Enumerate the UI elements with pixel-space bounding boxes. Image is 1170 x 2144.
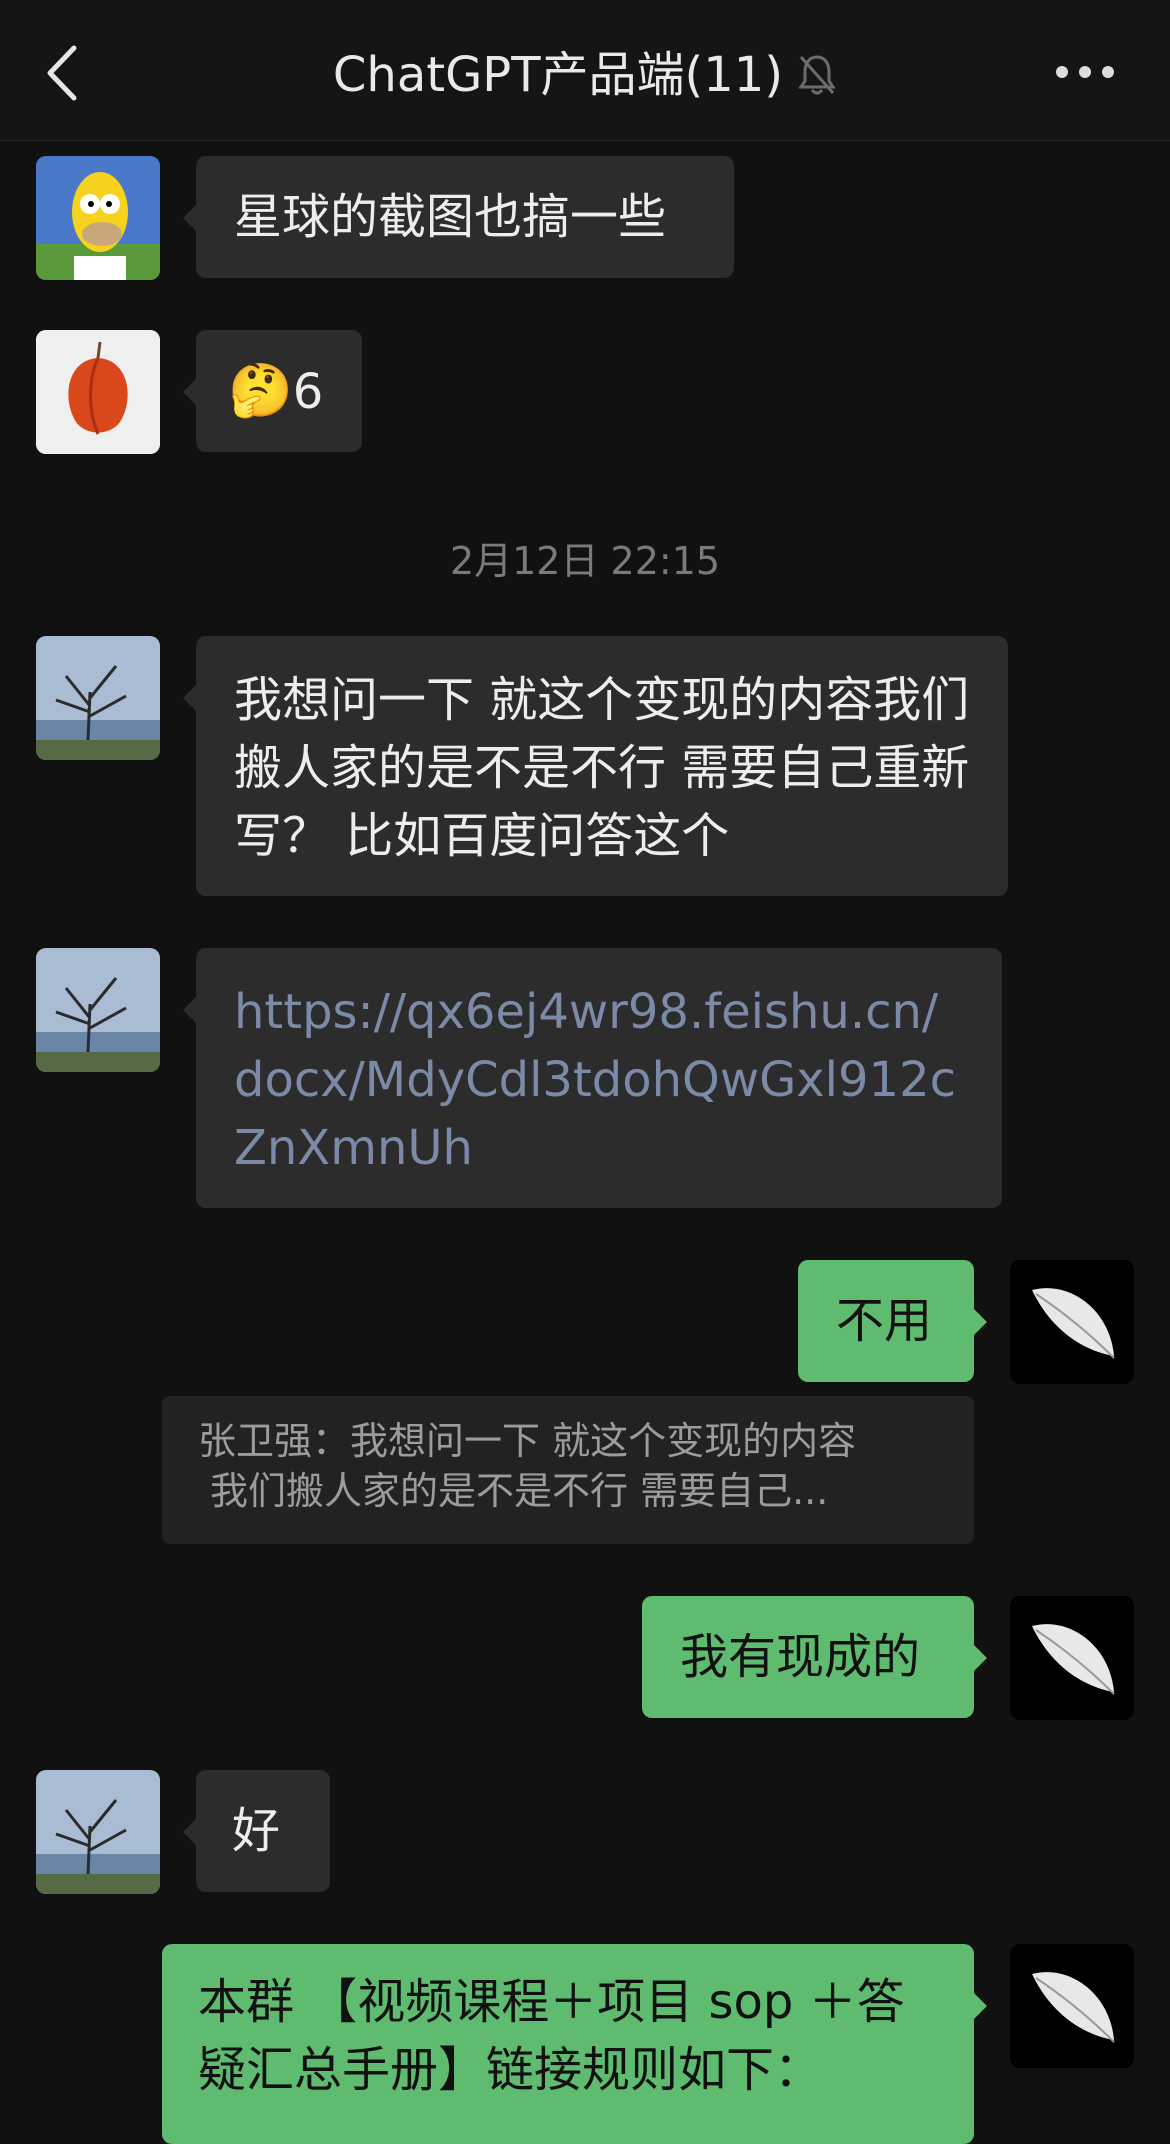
tree-photo-icon [36,636,160,760]
quote-line-2: 我们搬人家的是不是不行 需要自己... [210,1469,829,1513]
quoted-message[interactable]: 张卫强：我想问一下 就这个变现的内容 我们搬人家的是不是不行 需要自己... [162,1396,974,1544]
tree-photo-icon [36,1770,160,1894]
message-link[interactable]: https://qx6ej4wr98.feishu.cn/docx/MdyCdl… [234,984,956,1176]
thinking-emoji: 🤔 [228,361,293,421]
message-text: 星球的截图也搞一些 [234,189,667,245]
message-text: 6 [292,364,324,420]
lantern-flower-icon [36,330,160,454]
own-message-bubble[interactable]: 本群 【视频课程＋项目 sop ＋答疑汇总手册】链接规则如下： [162,1944,987,2144]
avatar[interactable] [36,1770,160,1894]
chat-title: ChatGPT产品端(11) [332,47,784,103]
own-message-bubble[interactable]: 不用 [798,1260,987,1382]
more-dots-icon [1056,66,1068,78]
avatar[interactable] [36,330,160,454]
feather-icon [1010,1944,1134,2068]
avatar[interactable] [36,636,160,760]
own-avatar[interactable] [1010,1260,1134,1384]
bell-slash-icon [798,55,836,95]
own-avatar[interactable] [1010,1944,1134,2068]
more-button[interactable] [1056,58,1118,86]
own-avatar[interactable] [1010,1596,1134,1720]
chat-header: ChatGPT产品端(11) [0,0,1170,141]
message-bubble[interactable]: 🤔6 [183,330,362,452]
message-text: 好 [232,1803,281,1859]
message-bubble[interactable]: 好 [183,1770,330,1892]
timestamp: 2月12日 22:15 [449,539,721,583]
tree-photo-icon [36,948,160,1072]
cartoon-avatar-icon [36,156,160,280]
message-text: 不用 [836,1293,933,1349]
chat-title-row[interactable]: ChatGPT产品端(11) [0,44,1170,106]
feather-icon [1010,1260,1134,1384]
message-bubble[interactable]: 我想问一下 就这个变现的内容我们搬人家的是不是不行 需要自己重新写？ 比如百度问… [183,636,1008,896]
quote-line-1: 张卫强：我想问一下 就这个变现的内容 [198,1419,857,1463]
feather-icon [1010,1596,1134,1720]
link-bubble[interactable]: https://qx6ej4wr98.feishu.cn/docx/MdyCdl… [183,948,1002,1208]
message-text: 本群 【视频课程＋项目 sop ＋答疑汇总手册】链接规则如下： [198,1974,905,2098]
message-bubble[interactable]: 星球的截图也搞一些 [183,156,734,278]
avatar[interactable] [36,948,160,1072]
message-text: 我有现成的 [680,1629,921,1685]
own-message-bubble[interactable]: 我有现成的 [642,1596,987,1718]
message-text: 我想问一下 就这个变现的内容我们搬人家的是不是不行 需要自己重新写？ 比如百度问… [234,672,970,864]
avatar[interactable] [36,156,160,280]
